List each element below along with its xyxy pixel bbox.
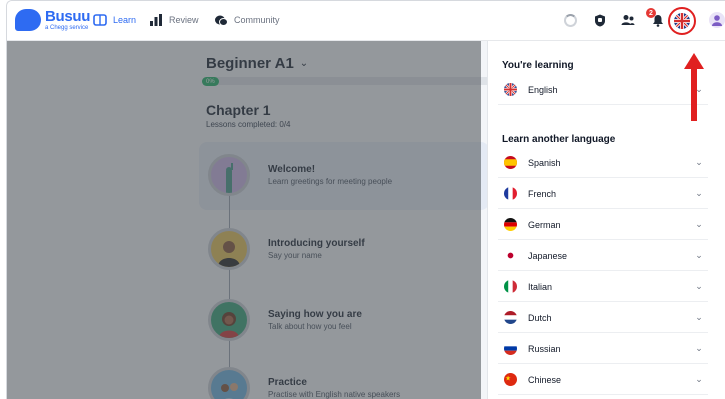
- notification-badge: 2: [646, 8, 656, 18]
- current-language-name: English: [528, 84, 558, 95]
- current-language-row[interactable]: English ⌄: [498, 75, 708, 105]
- uk-flag-icon: [504, 83, 517, 96]
- france-flag-icon: [504, 187, 517, 200]
- language-name: Spanish: [528, 157, 561, 168]
- people-image: [208, 367, 250, 399]
- nav-review-label: Review: [169, 15, 199, 25]
- course-level-selector[interactable]: Beginner A1 ⌄: [206, 55, 308, 72]
- lesson-item[interactable]: Introducing yourself Say your name: [208, 228, 365, 270]
- language-row-dutch[interactable]: Dutch ⌄: [498, 303, 708, 333]
- lesson-title: Welcome!: [268, 164, 316, 175]
- language-row-russian[interactable]: Russian ⌄: [498, 334, 708, 364]
- germany-flag-icon: [504, 218, 517, 231]
- chevron-down-icon: ⌄: [695, 157, 703, 167]
- language-name: Italian: [528, 281, 553, 292]
- language-name: French: [528, 188, 557, 199]
- language-name: German: [528, 219, 561, 230]
- lesson-item[interactable]: Welcome! Learn greetings for meeting peo…: [208, 154, 392, 196]
- chevron-down-icon: ⌄: [695, 312, 703, 322]
- chevron-down-icon: ⌄: [695, 219, 703, 229]
- nav-learn[interactable]: Learn: [93, 13, 136, 27]
- lesson-item[interactable]: Saying how you are Talk about how you fe…: [208, 299, 362, 341]
- language-row-spanish[interactable]: Spanish ⌄: [498, 148, 708, 178]
- person-image: [208, 228, 250, 270]
- book-icon: [93, 13, 107, 27]
- language-row-french[interactable]: French ⌄: [498, 179, 708, 209]
- nav-community-label: Community: [234, 15, 280, 25]
- language-name: Russian: [528, 343, 561, 354]
- logo-text: Busuu a Chegg service: [45, 9, 90, 31]
- avatar-icon: [712, 15, 722, 26]
- user-avatar[interactable]: [709, 12, 725, 28]
- logo-name: Busuu: [45, 8, 91, 25]
- language-name: Japanese: [528, 250, 568, 261]
- notifications-bell[interactable]: 2: [646, 8, 665, 27]
- logo-subtitle: a Chegg service: [45, 25, 89, 31]
- lesson-item[interactable]: Practice Practise with English native sp…: [208, 367, 400, 399]
- chevron-down-icon: ⌄: [299, 58, 309, 69]
- lesson-title: Introducing yourself: [268, 238, 365, 249]
- russia-flag-icon: [504, 342, 517, 355]
- language-name: Chinese: [528, 374, 562, 385]
- spain-flag-icon: [504, 156, 517, 169]
- lesson-subtitle: Practise with English native speakers: [268, 390, 401, 399]
- chevron-down-icon: ⌄: [695, 343, 703, 353]
- netherlands-flag-icon: [504, 311, 517, 324]
- chat-bubbles-icon: [214, 13, 228, 27]
- lessons-completed: Lessons completed: 0/4: [206, 120, 291, 129]
- app-window: Busuu a Chegg service Learn Review Commu…: [6, 0, 725, 399]
- chevron-down-icon: ⌄: [695, 374, 703, 384]
- course-progress-bar: [202, 77, 502, 85]
- lesson-subtitle: Talk about how you feel: [268, 322, 352, 331]
- friends-icon[interactable]: [621, 13, 635, 27]
- language-row-german[interactable]: German ⌄: [498, 210, 708, 240]
- another-language-heading: Learn another language: [502, 134, 616, 145]
- chapter-title: Chapter 1: [206, 102, 271, 118]
- annotation-arrow-icon: [684, 53, 704, 121]
- bar-chart-icon: [149, 13, 163, 27]
- lesson-subtitle: Say your name: [268, 251, 322, 260]
- language-name: Dutch: [528, 312, 552, 323]
- course-progress-label: 0%: [202, 77, 219, 86]
- language-row-japanese[interactable]: Japanese ⌄: [498, 241, 708, 271]
- nav-review[interactable]: Review: [149, 13, 199, 27]
- uk-flag-icon: [674, 13, 690, 29]
- shield-icon[interactable]: [593, 13, 607, 27]
- italy-flag-icon: [504, 280, 517, 293]
- logo-mark-icon: [15, 9, 41, 31]
- loading-spinner-icon: [563, 13, 577, 27]
- china-flag-icon: [504, 373, 517, 386]
- language-row-chinese[interactable]: Chinese ⌄: [498, 365, 708, 395]
- language-row-italian[interactable]: Italian ⌄: [498, 272, 708, 302]
- lesson-title: Saying how you are: [268, 309, 362, 320]
- lesson-subtitle: Learn greetings for meeting people: [268, 177, 393, 186]
- japan-flag-icon: [504, 249, 517, 262]
- chevron-down-icon: ⌄: [695, 250, 703, 260]
- statue-of-liberty-image: [208, 154, 250, 196]
- language-switcher-button[interactable]: [668, 7, 696, 35]
- lesson-title: Practice: [268, 377, 307, 388]
- chevron-down-icon: ⌄: [695, 281, 703, 291]
- person-image: [208, 299, 250, 341]
- top-nav: Busuu a Chegg service Learn Review Commu…: [7, 1, 725, 41]
- course-level: Beginner A1: [206, 55, 294, 72]
- nav-learn-label: Learn: [113, 15, 137, 25]
- learning-heading: You're learning: [502, 60, 574, 71]
- chevron-down-icon: ⌄: [695, 188, 703, 198]
- busuu-logo[interactable]: Busuu a Chegg service: [15, 9, 90, 31]
- nav-community[interactable]: Community: [214, 13, 280, 27]
